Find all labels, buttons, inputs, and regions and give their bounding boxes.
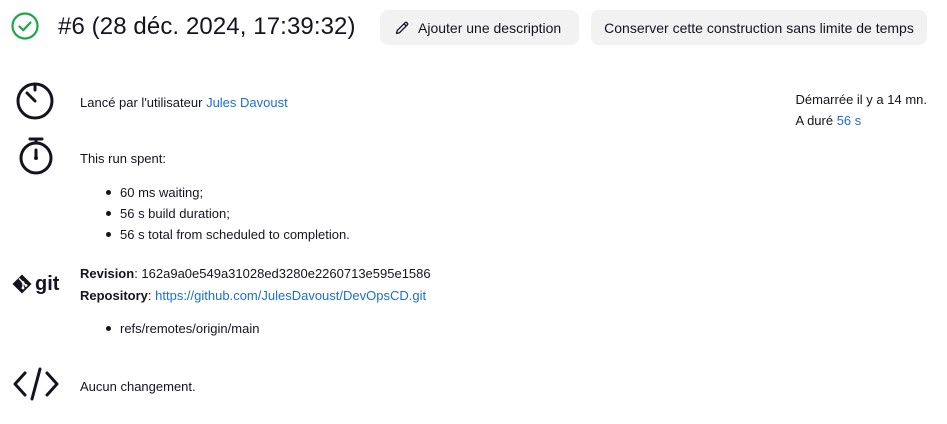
cause-prefix: Lancé par l'utilisateur [80,95,207,110]
timer-icon [16,82,54,120]
list-item: 56 s total from scheduled to completion. [106,224,350,245]
revision-label: Revision [80,266,135,281]
git-diamond-icon [12,274,32,294]
revision-hash: 162a9a0e549a31028ed3280e2260713e595e1586 [141,266,431,281]
started-text: Démarrée il y a 14 mn. [795,92,928,107]
runtime-list: 60 ms waiting; 56 s build duration; 56 s… [106,182,350,245]
add-description-label: Ajouter une description [418,19,562,36]
git-logo-text: git [35,273,60,295]
pencil-icon [395,21,409,34]
revision-line: Revision: 162a9a0e549a31028ed3280e226071… [80,266,431,281]
build-header: #6 (28 déc. 2024, 17:39:32) Ajouter une … [0,0,947,56]
keep-forever-button[interactable]: Conserver cette construction sans limite… [591,10,927,45]
duration-link[interactable]: 56 s [837,113,862,128]
changes-text: Aucun changement. [80,379,196,394]
add-description-button[interactable]: Ajouter une description [380,10,579,45]
keep-forever-label: Conserver cette construction sans limite… [604,19,914,36]
code-icon [13,367,59,401]
git-logo-icon: git [12,274,59,294]
list-item: 60 ms waiting; [106,182,350,203]
build-timing: Démarrée il y a 14 mn. A duré 56 s [796,89,928,131]
list-item: 56 s build duration; [106,203,350,224]
stopwatch-icon [19,137,53,175]
user-link[interactable]: Jules Davoust [206,95,288,110]
runtime-heading: This run spent: [80,151,166,166]
duration-line: A duré 56 s [796,110,928,131]
page-title: #6 (28 déc. 2024, 17:39:32) [58,13,356,40]
build-page: #6 (28 déc. 2024, 17:39:32) Ajouter une … [0,0,947,424]
list-item: refs/remotes/origin/main [106,318,259,339]
check-circle-icon [11,12,39,40]
repository-line: Repository: https://github.com/JulesDavo… [80,288,427,303]
build-cause: Lancé par l'utilisateur Jules Davoust [80,95,288,110]
repository-link[interactable]: https://github.com/JulesDavoust/DevOpsCD… [155,288,426,303]
repository-label: Repository [80,288,148,303]
duration-prefix: A duré [795,113,837,128]
branch-list: refs/remotes/origin/main [106,318,259,339]
